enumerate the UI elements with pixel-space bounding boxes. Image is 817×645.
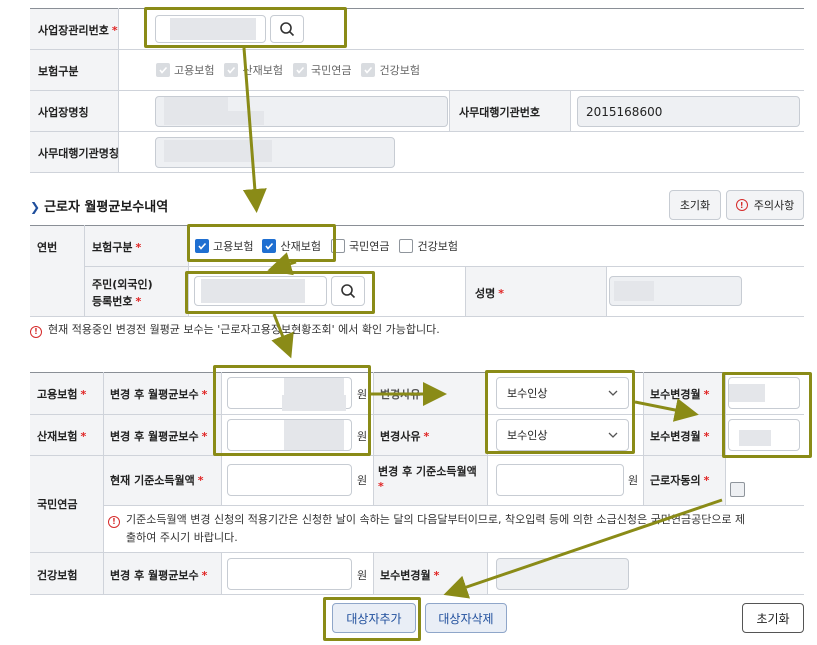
notice-text: ! 현재 적용중인 변경전 월평균 보수는 '근로자고용정보현황조회' 에서 확인…: [30, 320, 440, 340]
warning-icon: !: [735, 199, 748, 211]
chevron-right-icon: ❯: [30, 200, 41, 214]
resident-no-label-2: 등록번호 *: [92, 295, 142, 308]
health-change-month-label: 보수변경월 *: [380, 569, 440, 582]
delete-target-button[interactable]: 대상자삭제: [425, 603, 507, 633]
health-label: 건강보험: [37, 569, 78, 582]
agency-name-input: [155, 137, 395, 168]
bottom-reset-button[interactable]: 초기화: [742, 603, 804, 633]
industrial-label: 산재보험 *: [37, 430, 87, 443]
warning-icon: !: [30, 326, 42, 338]
resident-no-label-1: 주민(외국인): [92, 278, 153, 291]
warning-icon: !: [108, 516, 120, 528]
current-base-income-input[interactable]: [227, 464, 352, 496]
health-pay-input[interactable]: [227, 558, 352, 590]
highlight-resident-no: [185, 271, 375, 314]
current-base-income-label: 현재 기준소득월액 *: [110, 474, 204, 487]
health-pay-label: 변경 후 월평균보수 *: [110, 569, 208, 582]
section-title: ❯ 근로자 월평균보수내역: [30, 200, 169, 215]
agency-no-input: 2015168600: [577, 96, 800, 127]
worker-insurance-type-label: 보험구분 *: [92, 241, 142, 254]
insurance-type-label: 보험구분: [38, 65, 79, 78]
highlight-pay-inputs: [213, 365, 371, 456]
top-insurance-options: 고용보험 산재보험 국민연금 건강보험: [156, 62, 420, 78]
section-reset-button[interactable]: 초기화: [669, 190, 721, 220]
employment-pay-label: 변경 후 월평균보수 *: [110, 388, 208, 401]
pension-notice-2: 출하여 주시기 바랍니다.: [126, 531, 238, 544]
changed-base-income-input[interactable]: [496, 464, 624, 496]
changed-won-unit: 원: [628, 474, 639, 487]
employment-change-month-label: 보수변경월 *: [650, 388, 710, 401]
checkbox-health-unchecked[interactable]: [399, 239, 414, 253]
name-label: 성명 *: [475, 287, 505, 300]
industrial-pay-label: 변경 후 월평균보수 *: [110, 430, 208, 443]
employment-reason-label: 변경사유 *: [380, 388, 430, 401]
industrial-reason-label: 변경사유 *: [380, 430, 430, 443]
name-input: [609, 276, 742, 306]
health-change-month-input: [496, 558, 629, 590]
highlight-biz-no: [144, 7, 347, 48]
highlight-reason-selects: [485, 370, 635, 454]
pension-notice: ! 기준소득월액 변경 신청의 적용기간은 신청한 날이 속하는 달의 다음달부터…: [108, 510, 798, 530]
checkbox-employment: [156, 63, 170, 77]
agency-name-label: 사무대행기관명칭: [38, 147, 119, 160]
checkbox-health: [361, 63, 376, 77]
highlight-insurance-checkboxes: [187, 224, 336, 262]
industrial-change-month-label: 보수변경월 *: [650, 430, 710, 443]
checkbox-pension: [292, 63, 307, 77]
arrow-2: [267, 252, 297, 276]
biz-no-label: 사업장관리번호 *: [38, 24, 118, 37]
pension-won-unit: 원: [357, 474, 368, 487]
biz-name-input: [155, 96, 448, 127]
year-label: 연번: [37, 241, 58, 254]
pension-label: 국민연금: [37, 498, 78, 511]
highlight-add-target: [323, 597, 421, 641]
caution-button[interactable]: ! 주의사항: [726, 190, 804, 220]
biz-name-label: 사업장명칭: [38, 106, 89, 119]
worker-consent-checkbox[interactable]: [730, 482, 745, 497]
worker-consent-label: 근로자동의 *: [650, 474, 710, 487]
changed-base-income-label: 변경 후 기준소득월액: [378, 465, 477, 478]
health-won-unit: 원: [357, 569, 368, 582]
agency-no-label: 사무대행기관번호: [459, 106, 540, 119]
changed-base-income-required: *: [378, 480, 384, 493]
checkbox-industrial: [224, 63, 239, 77]
employment-label: 고용보험 *: [37, 388, 87, 401]
highlight-change-month: [722, 372, 812, 458]
